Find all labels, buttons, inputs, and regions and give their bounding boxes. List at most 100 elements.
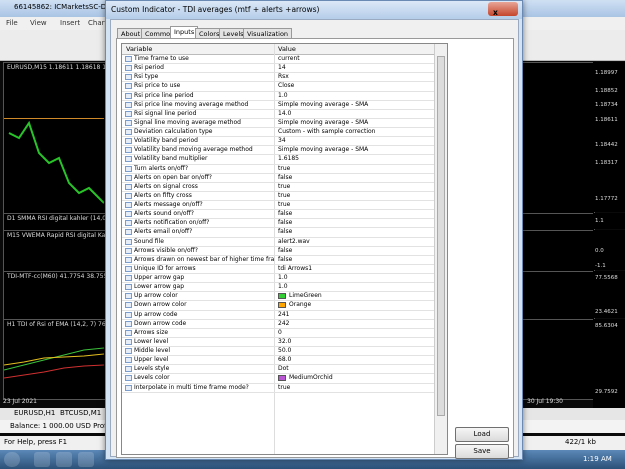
table-row[interactable]: Volatility band period 34: [122, 137, 434, 147]
variable-value[interactable]: Orange: [289, 301, 311, 308]
color-swatch[interactable]: [278, 375, 286, 382]
variable-value[interactable]: 14: [278, 64, 286, 71]
table-row[interactable]: Alerts on open bar on/off? false: [122, 174, 434, 183]
tdi-lines: [4, 347, 104, 379]
taskbar-app-icon[interactable]: [34, 452, 50, 467]
variable-value[interactable]: LimeGreen: [289, 292, 322, 299]
variable-value[interactable]: Rsx: [278, 73, 289, 80]
save-button[interactable]: Save: [455, 444, 509, 459]
table-row[interactable]: Rsi type Rsx: [122, 73, 434, 83]
table-row[interactable]: Rsi period 14: [122, 64, 434, 74]
variable-value[interactable]: 1.6185: [278, 155, 299, 162]
table-row[interactable]: Levels style Dot: [122, 365, 434, 375]
variable-value[interactable]: false: [278, 247, 292, 254]
variable-name: Arrows drawn on newest bar of higher tim…: [134, 255, 274, 263]
table-row[interactable]: Alerts notification on/off? false: [122, 219, 434, 229]
color-swatch[interactable]: [278, 302, 286, 309]
variable-value[interactable]: true: [278, 384, 290, 391]
variable-value[interactable]: MediumOrchid: [289, 374, 333, 381]
variable-value[interactable]: 1.0: [278, 92, 288, 99]
table-row[interactable]: Down arrow code 242: [122, 320, 434, 329]
close-button[interactable]: x: [488, 2, 518, 17]
table-row[interactable]: Down arrow color Orange: [122, 301, 434, 311]
variable-value[interactable]: 1.0: [278, 274, 288, 281]
chart-tab-btcusd[interactable]: BTCUSD,M1: [60, 409, 101, 417]
variable-value[interactable]: Close: [278, 82, 294, 89]
table-row[interactable]: Alerts on fifty cross true: [122, 192, 434, 201]
color-swatch[interactable]: [278, 293, 286, 300]
variable-value[interactable]: 242: [278, 320, 289, 327]
table-row[interactable]: Volatility band multiplier 1.6185: [122, 155, 434, 165]
variable-value[interactable]: current: [278, 55, 300, 62]
table-row[interactable]: Volatility band moving average method Sim…: [122, 146, 434, 156]
start-button-icon[interactable]: [4, 452, 20, 467]
variable-value[interactable]: Simple moving average - SMA: [278, 119, 368, 126]
table-row[interactable]: Upper arrow gap 1.0: [122, 274, 434, 284]
table-row[interactable]: Deviation calculation type Custom - with …: [122, 128, 434, 138]
table-row[interactable]: Levels color MediumOrchid: [122, 374, 434, 384]
table-row[interactable]: Arrows visible on/off? false: [122, 247, 434, 256]
grid-scrollbar[interactable]: [434, 44, 447, 454]
variable-value[interactable]: false: [278, 210, 292, 217]
sub3-scale: 77.5568 23.4621: [593, 271, 625, 318]
table-row[interactable]: Arrows drawn on newest bar of higher tim…: [122, 256, 434, 265]
table-row[interactable]: Turn alerts on/off? true: [122, 165, 434, 174]
table-row[interactable]: Alerts message on/off? true: [122, 201, 434, 211]
variable-value[interactable]: alert2.wav: [278, 238, 310, 245]
variable-value[interactable]: false: [278, 174, 292, 181]
table-row[interactable]: Sound file alert2.wav: [122, 238, 434, 247]
table-row[interactable]: Upper level 68.0: [122, 356, 434, 366]
variable-value[interactable]: true: [278, 165, 290, 172]
variable-value[interactable]: 14.0: [278, 110, 291, 117]
variable-value[interactable]: 68.0: [278, 356, 291, 363]
variable-value[interactable]: false: [278, 256, 292, 263]
table-row[interactable]: Rsi price line moving average method Simp…: [122, 101, 434, 110]
menu-insert[interactable]: Insert: [60, 19, 80, 27]
menu-view[interactable]: View: [30, 19, 47, 27]
table-row[interactable]: Rsi price line period 1.0: [122, 92, 434, 101]
table-row[interactable]: Up arrow color LimeGreen: [122, 292, 434, 302]
variable-value[interactable]: 1.0: [278, 283, 288, 290]
table-row[interactable]: Unique ID for arrows tdi Arrows1: [122, 265, 434, 274]
parameter-icon: [125, 147, 132, 154]
variable-value[interactable]: Simple moving average - SMA: [278, 101, 368, 108]
table-row[interactable]: Alerts on signal cross true: [122, 183, 434, 192]
taskbar-app-icon[interactable]: [56, 452, 72, 467]
scrollbar-thumb[interactable]: [437, 56, 445, 416]
variable-value[interactable]: Simple moving average - SMA: [278, 146, 368, 153]
variable-value[interactable]: true: [278, 183, 290, 190]
variable-value[interactable]: 241: [278, 311, 289, 318]
table-row[interactable]: Rsi price to use Close: [122, 82, 434, 92]
column-value[interactable]: Value: [278, 45, 296, 53]
variable-value[interactable]: 50.0: [278, 347, 291, 354]
variable-value[interactable]: 34: [278, 137, 286, 144]
clock[interactable]: 1:19 AM: [583, 455, 612, 463]
variable-value[interactable]: Custom - with sample correction: [278, 128, 375, 135]
menu-file[interactable]: File: [6, 19, 18, 27]
table-row[interactable]: Interpolate in multi time frame mode? tru…: [122, 384, 434, 393]
variable-value[interactable]: 0: [278, 329, 282, 336]
table-row[interactable]: Lower level 32.0: [122, 338, 434, 347]
variable-value[interactable]: true: [278, 192, 290, 199]
table-row[interactable]: Rsi signal line period 14.0: [122, 110, 434, 119]
table-row[interactable]: Alerts sound on/off? false: [122, 210, 434, 220]
grid-header: Variable Value: [122, 44, 434, 55]
table-row[interactable]: Alerts email on/off? false: [122, 228, 434, 238]
variable-value[interactable]: tdi Arrows1: [278, 265, 312, 272]
table-row[interactable]: Arrows size 0: [122, 329, 434, 338]
variable-value[interactable]: false: [278, 228, 292, 235]
variable-value[interactable]: true: [278, 201, 290, 208]
taskbar-app-icon[interactable]: [78, 452, 94, 467]
table-row[interactable]: Time frame to use current: [122, 55, 434, 65]
table-row[interactable]: Signal line moving average method Simple …: [122, 119, 434, 128]
variable-value[interactable]: Dot: [278, 365, 289, 372]
table-row[interactable]: Up arrow code 241: [122, 311, 434, 320]
variable-value[interactable]: false: [278, 219, 292, 226]
load-button[interactable]: Load: [455, 427, 509, 442]
custom-indicator-dialog: Custom Indicator - TDI averages (mtf + a…: [105, 0, 523, 460]
table-row[interactable]: Middle level 50.0: [122, 347, 434, 357]
chart-tab-eurusd[interactable]: EURUSD,H1: [14, 409, 55, 417]
table-row[interactable]: Lower arrow gap 1.0: [122, 283, 434, 293]
column-variable[interactable]: Variable: [126, 45, 152, 53]
variable-value[interactable]: 32.0: [278, 338, 291, 345]
